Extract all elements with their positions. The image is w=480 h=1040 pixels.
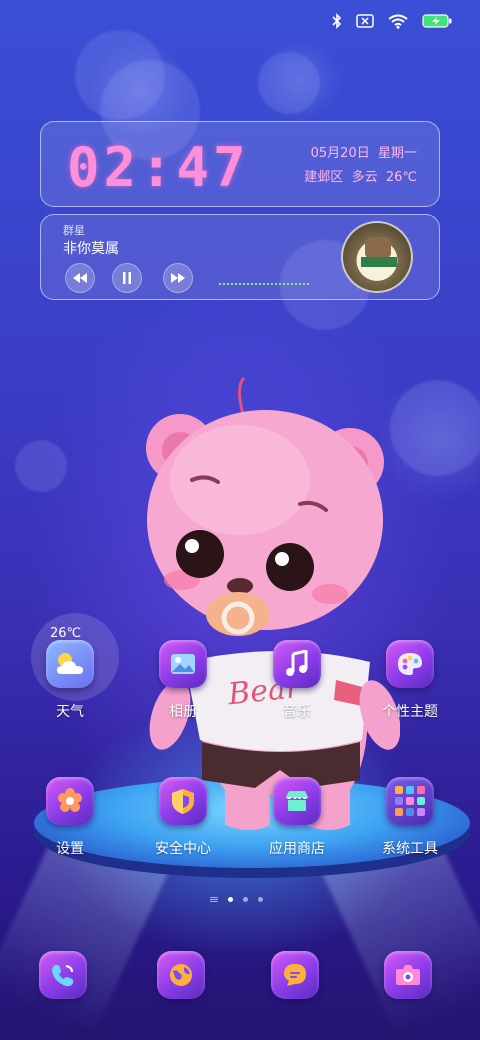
page-dot[interactable] [243, 897, 248, 902]
app-music[interactable]: 音乐 [242, 640, 352, 750]
bear-mascot: Bear [146, 376, 400, 830]
date-row: 05月20日 星期一 [304, 142, 417, 166]
clock-info: 05月20日 星期一 建邺区 多云 26℃ [304, 142, 417, 190]
pause-icon [123, 272, 131, 284]
weekday-text: 星期一 [377, 146, 417, 161]
camera-icon[interactable] [384, 951, 432, 999]
weather-icon [46, 640, 94, 688]
page-dot-menu[interactable] [210, 897, 218, 902]
app-label: 相册 [169, 704, 197, 720]
pause-button[interactable] [112, 263, 142, 293]
gallery-icon [159, 640, 207, 688]
store-icon [273, 777, 321, 825]
message-icon[interactable] [271, 951, 319, 999]
battery-charging-icon [422, 13, 452, 29]
app-label: 安全中心 [155, 841, 211, 857]
date-text: 05月20日 [310, 146, 370, 161]
app-label: 设置 [56, 841, 84, 857]
previous-button[interactable] [65, 263, 95, 293]
palette-icon [386, 640, 434, 688]
bokeh-light [258, 52, 320, 114]
song-title: 非你莫属 [63, 241, 119, 257]
clock-widget[interactable]: 02:47 05月20日 星期一 建邺区 多云 26℃ [40, 121, 440, 207]
weather-text: 多云 [351, 170, 378, 185]
wifi-icon [388, 14, 408, 29]
app-label: 天气 [56, 704, 84, 720]
status-bar [332, 10, 452, 32]
app-store[interactable]: 应用商店 [242, 777, 352, 887]
app-label: 系统工具 [382, 841, 438, 857]
album-cover[interactable] [341, 221, 413, 293]
artist-name: 群星 [63, 224, 85, 237]
album-art-stripe [361, 257, 397, 267]
music-widget[interactable]: 群星 非你莫属 [40, 214, 440, 300]
previous-icon [73, 273, 87, 283]
app-label: 个性主题 [382, 704, 438, 720]
page-dot[interactable] [258, 897, 263, 902]
browser-icon[interactable] [157, 951, 205, 999]
no-sim-icon [356, 14, 374, 28]
weather-badge-temp: 26℃ [50, 626, 82, 641]
page-dot[interactable] [228, 897, 233, 902]
phone-icon[interactable] [39, 951, 87, 999]
music-note-icon [273, 640, 321, 688]
weather-row: 建邺区 多云 26℃ [304, 166, 417, 190]
audio-visualizer [219, 283, 311, 285]
album-art-figure [365, 237, 391, 259]
page-indicator[interactable] [210, 897, 263, 902]
app-label: 应用商店 [269, 841, 325, 857]
clock-time: 02:47 [67, 136, 250, 199]
gear-icon [46, 777, 94, 825]
bluetooth-icon [332, 13, 342, 29]
next-icon [171, 273, 185, 283]
app-settings[interactable]: 设置 [15, 777, 125, 887]
folder-icon [386, 777, 434, 825]
app-security[interactable]: 安全中心 [128, 777, 238, 887]
app-weather[interactable]: 天气 [15, 640, 125, 750]
shield-icon [159, 777, 207, 825]
app-system-tools[interactable]: 系统工具 [355, 777, 465, 887]
bokeh-light [390, 380, 480, 476]
app-themes[interactable]: 个性主题 [355, 640, 465, 750]
app-label: 音乐 [283, 704, 311, 720]
location-text: 建邺区 [304, 170, 344, 185]
next-button[interactable] [163, 263, 193, 293]
bokeh-light [15, 440, 67, 492]
temperature-text: 26℃ [385, 170, 417, 185]
app-gallery[interactable]: 相册 [128, 640, 238, 750]
